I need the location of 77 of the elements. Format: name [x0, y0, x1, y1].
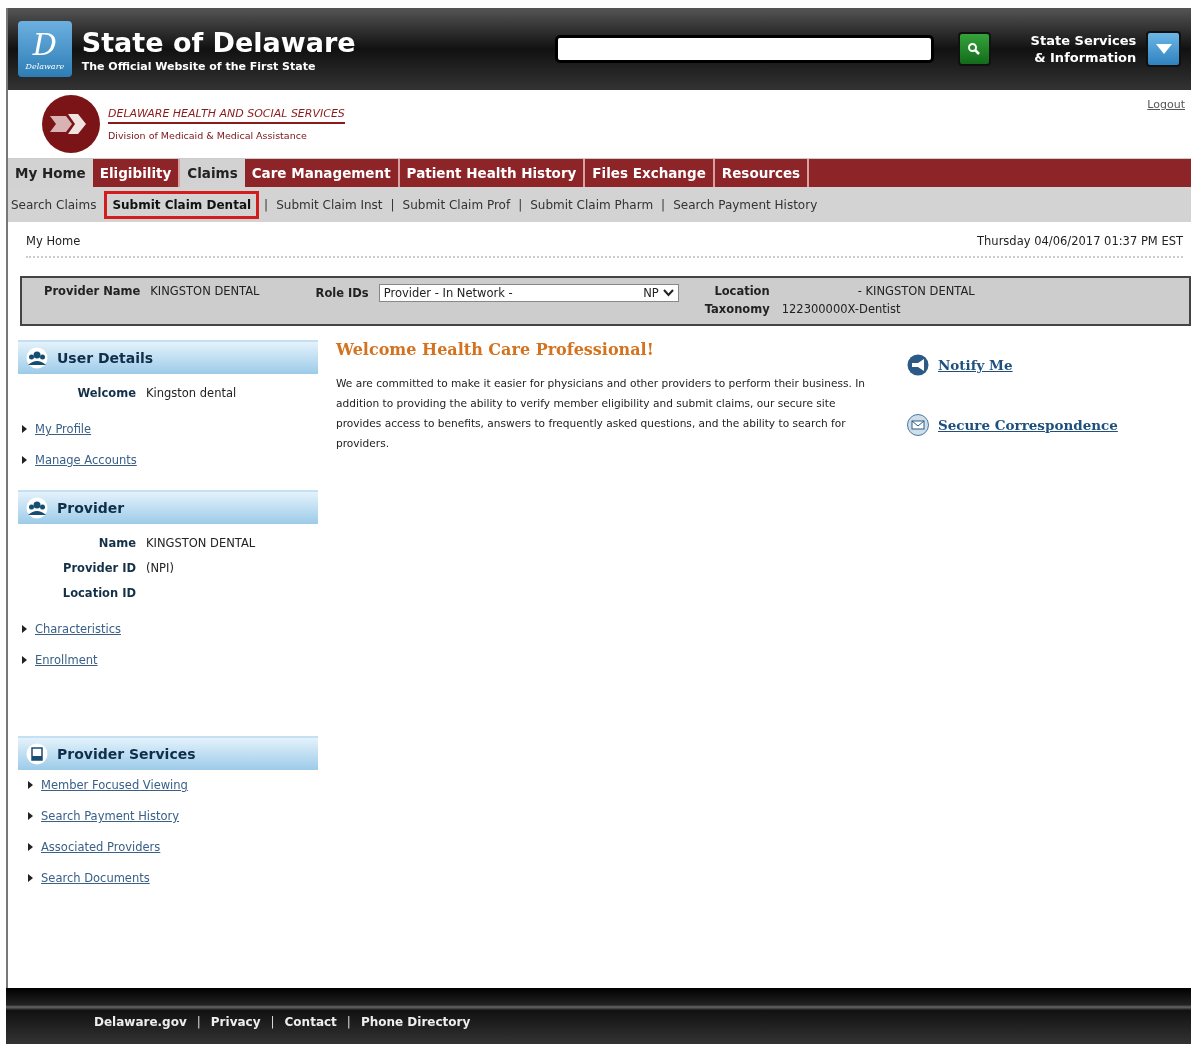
field-value: (NPI)	[146, 561, 175, 575]
sidebar-link[interactable]: Enrollment	[35, 653, 98, 667]
sidebar-link[interactable]: Characteristics	[35, 622, 121, 636]
sidebar-link[interactable]: Search Documents	[41, 871, 150, 885]
caret-icon	[1154, 43, 1173, 55]
subnav-link[interactable]: Submit Claim Prof	[399, 192, 514, 217]
bullet-icon	[28, 812, 33, 820]
field-label: Location	[713, 284, 770, 298]
sidebar-link[interactable]: My Profile	[35, 422, 92, 436]
footer-link[interactable]: Privacy	[210, 1015, 261, 1029]
field-value: 122300000X-Dentist	[781, 302, 902, 316]
search-button[interactable]	[957, 32, 991, 66]
footer-link[interactable]: Contact	[284, 1015, 337, 1029]
document-icon	[26, 743, 48, 765]
field-value: Kingston dental	[146, 386, 238, 400]
subnav-link[interactable]: Submit Claim Pharm	[527, 192, 657, 217]
search-field[interactable]	[554, 35, 934, 63]
search-icon	[967, 42, 982, 56]
separator: |	[270, 1015, 275, 1029]
field-label: Location ID	[61, 586, 136, 600]
separator: |	[390, 197, 395, 212]
site-subtitle: The Official Website of the First State	[81, 59, 317, 73]
people-icon	[26, 497, 48, 519]
date-time: Thursday 04/06/2017 01:37 PM EST	[977, 234, 1183, 248]
section-title: User Details	[57, 350, 154, 366]
megaphone-icon	[906, 354, 930, 376]
agency-name: DELAWARE HEALTH AND SOCIAL SERVICES	[108, 107, 345, 124]
subnav-link[interactable]: Search Payment History	[670, 192, 821, 217]
logout-link[interactable]: Logout	[1147, 98, 1185, 111]
field-value: - KINGSTON DENTAL	[856, 284, 975, 298]
sidebar-link[interactable]: Manage Accounts	[35, 453, 137, 467]
chevron-icon	[662, 289, 674, 297]
separator: |	[346, 1015, 351, 1029]
site-title: State of Delaware	[81, 25, 357, 60]
state-logo: D Delaware	[18, 21, 72, 77]
field-value: KINGSTON DENTAL	[150, 284, 260, 298]
sidebar-link[interactable]: Associated Providers	[41, 840, 161, 854]
field-label: Role IDs	[315, 286, 369, 300]
section-title: Provider	[57, 500, 125, 516]
quick-link[interactable]: Secure Correspondence	[938, 417, 1118, 433]
services-dropdown-button[interactable]	[1146, 31, 1181, 67]
section-title: Provider Services	[57, 746, 196, 762]
bullet-icon	[28, 874, 33, 882]
sidebar-link[interactable]: Search Payment History	[41, 809, 180, 823]
separator: |	[264, 197, 269, 212]
welcome-text: We are committed to make it easier for physicians and other providers to perform their business. In addition to providing the ability to verify member eligibility and submit claims, our secure site provides access to benefits, answers to frequently asked questions, and the ability to search for providers.	[336, 376, 867, 451]
field-label: Name	[97, 536, 136, 550]
bullet-icon	[22, 625, 27, 633]
people-icon	[26, 347, 48, 369]
separator: |	[518, 197, 523, 212]
subnav-link[interactable]: Submit Claim Dental	[104, 190, 260, 219]
state-services-label: State Services & Information	[1030, 32, 1137, 66]
separator: |	[196, 1015, 201, 1029]
subnav-link[interactable]: Submit Claim Inst	[273, 192, 386, 217]
envelope-icon	[906, 414, 930, 436]
nav-tab[interactable]: My Home	[8, 159, 93, 187]
field-value: KINGSTON DENTAL	[146, 536, 257, 550]
sidebar-link[interactable]: Member Focused Viewing	[41, 778, 188, 792]
subnav-link[interactable]: Search Claims	[8, 192, 100, 217]
breadcrumb: My Home	[26, 234, 81, 248]
field-label: Provider Name	[44, 284, 141, 298]
quick-link[interactable]: Notify Me	[938, 357, 1013, 373]
bullet-icon	[28, 781, 33, 789]
nav-tab[interactable]: Claims	[180, 159, 245, 187]
footer-link[interactable]: Delaware.gov	[94, 1015, 187, 1029]
welcome-heading: Welcome Health Care Professional!	[336, 340, 655, 359]
field-label: Taxonomy	[704, 302, 770, 316]
bullet-icon	[22, 656, 27, 664]
bullet-icon	[28, 843, 33, 851]
bullet-icon	[22, 425, 27, 433]
role-select[interactable]: Provider - In Network - NP	[378, 284, 679, 302]
footer-link[interactable]: Phone Directory	[360, 1015, 471, 1029]
field-label: Provider ID	[62, 561, 136, 575]
bullet-icon	[22, 456, 27, 464]
field-label: Welcome	[76, 386, 136, 400]
division-name: Division of Medicaid & Medical Assistance	[108, 130, 308, 141]
separator: |	[661, 197, 666, 212]
